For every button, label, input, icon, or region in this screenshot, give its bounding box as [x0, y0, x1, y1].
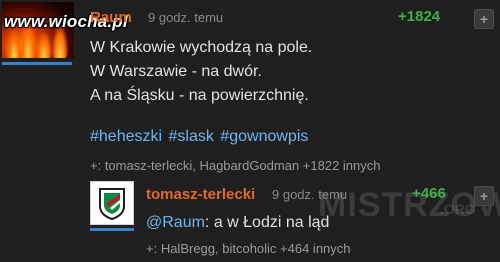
- reply-text: : a w Łodzi na ląd: [204, 214, 330, 231]
- reply-avatar-underline: [90, 228, 134, 231]
- tag-link[interactable]: #slask: [169, 128, 214, 145]
- entry-line: A na Śląsku - na powierzchnię.: [90, 87, 309, 104]
- tag-link[interactable]: #gownowpis: [220, 128, 308, 145]
- entry-tags: #heheszki #slask #gownowpis: [90, 128, 310, 146]
- microblog-entry: www.wiocha.pl Raum 9 godz. temu +1824 + …: [0, 0, 500, 262]
- reply-author-avatar[interactable]: [90, 181, 134, 225]
- legia-crest-icon: [91, 182, 133, 224]
- tag-link[interactable]: #heheszki: [90, 128, 162, 145]
- reply-content: @Raum: a w Łodzi na ląd: [146, 214, 329, 232]
- entry-time[interactable]: 9 godz. temu: [148, 10, 223, 25]
- reply-time[interactable]: 9 godz. temu: [272, 187, 347, 202]
- reply-voters[interactable]: +: HalBregg, bitcoholic +464 innych: [146, 241, 351, 256]
- reply-mention-link[interactable]: @Raum: [146, 214, 205, 231]
- entry-vote-count: +1824: [398, 8, 441, 25]
- entry-plus-button[interactable]: +: [474, 9, 494, 29]
- reply-vote-count: +466: [412, 185, 446, 202]
- reply-plus-button[interactable]: +: [474, 186, 494, 206]
- entry-voters[interactable]: +: tomasz-terlecki, HagbardGodman +1822 …: [90, 158, 381, 173]
- entry-line: W Warszawie - na dwór.: [90, 63, 262, 80]
- entry-line: W Krakowie wychodzą na pole.: [90, 39, 313, 56]
- avatar-underline: [2, 62, 72, 65]
- reply-author[interactable]: tomasz-terlecki: [146, 186, 255, 203]
- entry-author[interactable]: Raum: [90, 9, 132, 26]
- entry-content: W Krakowie wychodzą na pole. W Warszawie…: [90, 36, 312, 108]
- corner-watermark-org: .ORG: [440, 201, 476, 217]
